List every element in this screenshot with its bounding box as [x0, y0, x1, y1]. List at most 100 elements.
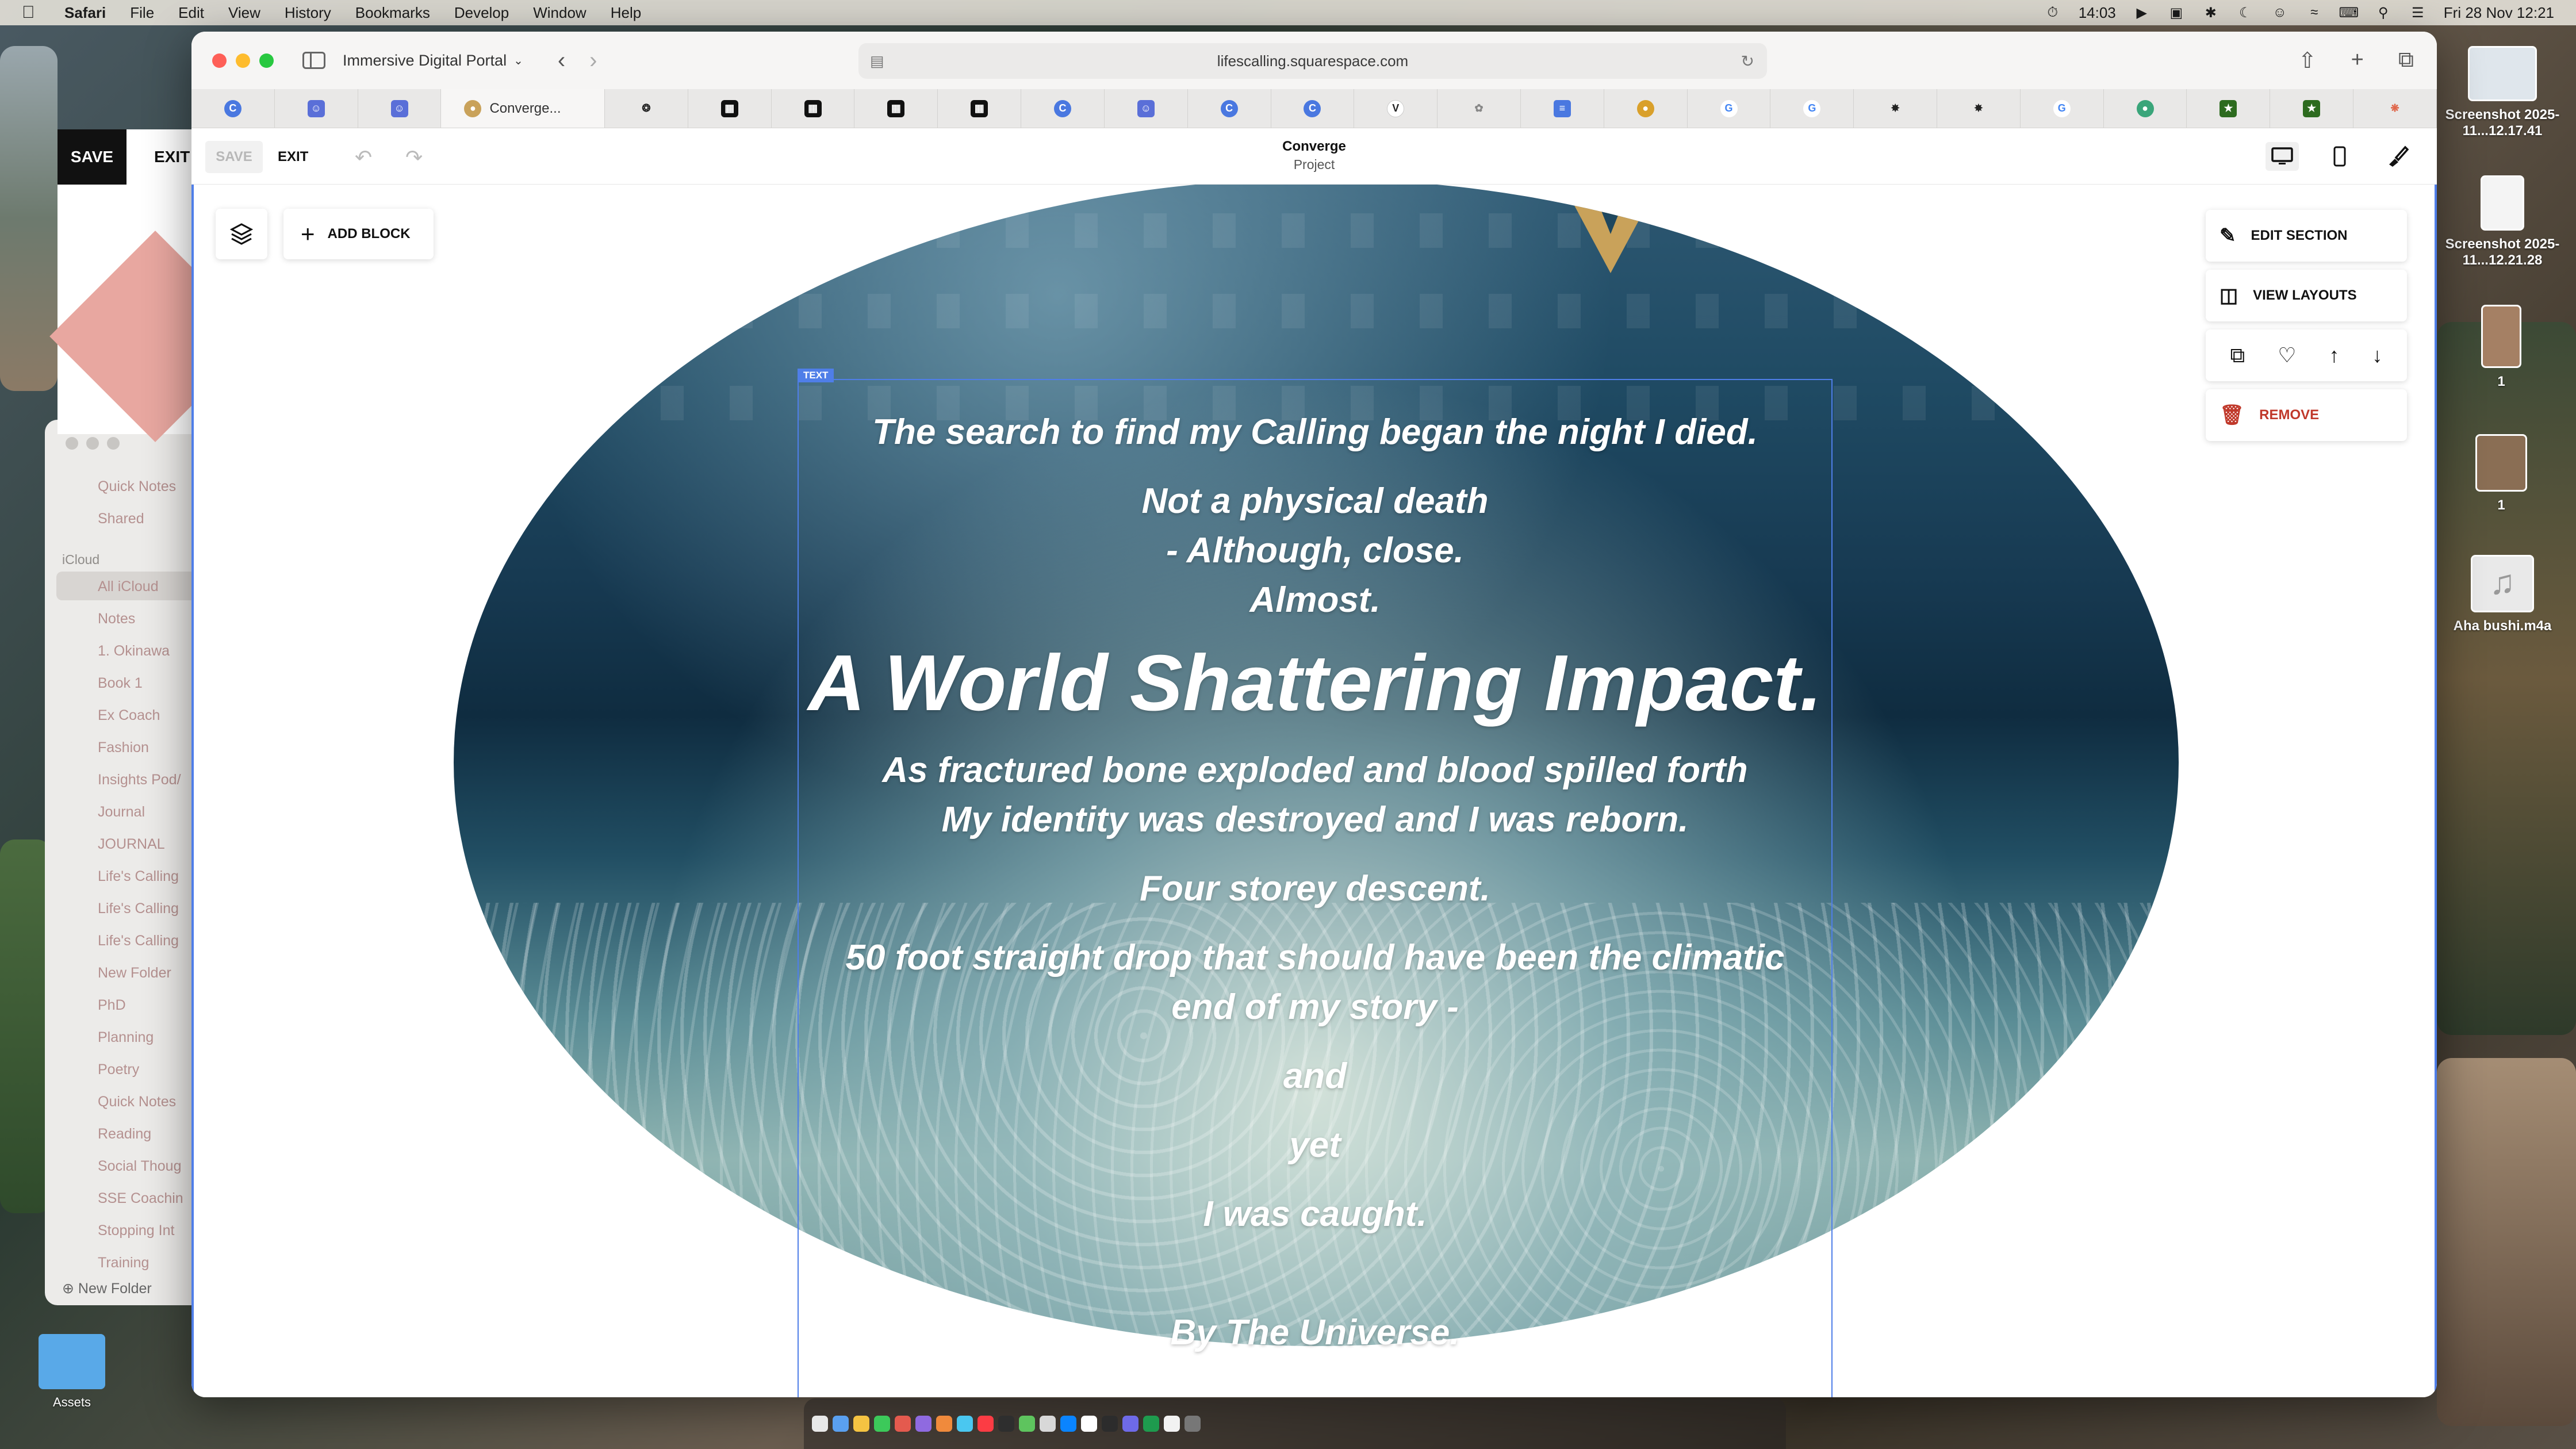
poem-line[interactable]: and — [798, 1052, 1833, 1101]
pinned-tab[interactable]: C — [1188, 89, 1271, 128]
user-icon[interactable]: ☺ — [2271, 5, 2288, 21]
pinned-tab[interactable]: C — [1021, 89, 1105, 128]
new-tab-icon[interactable]: + — [2351, 48, 2364, 74]
pinned-tab[interactable]: ❋ — [2353, 89, 2437, 128]
duplicate-icon[interactable]: ⧉ — [2230, 343, 2245, 368]
pinned-tab[interactable]: ★ — [2270, 89, 2354, 128]
background-exit-button[interactable]: EXIT — [154, 129, 190, 185]
pinned-tab[interactable]: G — [1688, 89, 1771, 128]
zoom-button[interactable] — [107, 437, 120, 450]
clock[interactable]: Fri 28 Nov 12:21 — [2444, 4, 2554, 22]
notes-folder[interactable]: New Folder — [98, 965, 171, 982]
new-folder-button[interactable]: ⊕ New Folder — [62, 1280, 152, 1297]
chrome-icon[interactable] — [1081, 1416, 1097, 1432]
menu-develop[interactable]: Develop — [454, 4, 509, 22]
close-button[interactable] — [66, 437, 78, 450]
poem-line[interactable]: I was caught. — [798, 1190, 1833, 1239]
sidebar-toggle-icon[interactable] — [302, 52, 325, 69]
reload-icon[interactable]: ↻ — [1741, 52, 1754, 71]
pinned-tab[interactable]: ✸ — [1937, 89, 2021, 128]
pinned-tab[interactable]: C — [191, 89, 275, 128]
menu-window[interactable]: Window — [533, 4, 586, 22]
menu-app-name[interactable]: Safari — [64, 4, 106, 22]
mobile-view-icon[interactable] — [2323, 142, 2356, 171]
background-save-button[interactable]: SAVE — [57, 129, 126, 185]
poem-line[interactable]: yet — [798, 1121, 1833, 1170]
desktop-file-screenshot-1[interactable]: Screenshot 2025-11...12.17.41 — [2439, 46, 2566, 139]
menu-bookmarks[interactable]: Bookmarks — [355, 4, 430, 22]
notes-item-quick-notes[interactable]: Quick Notes — [98, 478, 176, 495]
notes-folder[interactable]: Poetry — [98, 1061, 139, 1078]
mail-icon[interactable] — [957, 1416, 973, 1432]
notes-folder[interactable]: PhD — [98, 997, 126, 1014]
poem-line[interactable]: 50 foot straight drop that should have b… — [798, 933, 1833, 983]
pinned-tab[interactable]: ▦ — [772, 89, 855, 128]
poem-line[interactable]: The search to find my Calling began the … — [798, 408, 1833, 457]
remove-section-button[interactable]: 🗑 REMOVE — [2206, 389, 2407, 441]
pinned-tab[interactable]: ▦ — [938, 89, 1022, 128]
desktop-file-1a[interactable]: 1 — [2472, 305, 2530, 390]
notes-folder[interactable]: Insights Pod/ — [98, 772, 181, 788]
forward-arrow-icon[interactable]: › — [589, 48, 597, 74]
messages-icon[interactable] — [874, 1416, 890, 1432]
timer-icon[interactable]: ⏱ — [2044, 5, 2061, 21]
pinned-tab[interactable]: G — [2021, 89, 2104, 128]
desktop-file-1b[interactable]: 1 — [2472, 434, 2530, 513]
trash-bin-icon[interactable] — [1184, 1416, 1201, 1432]
notes-folder[interactable]: Life's Calling — [98, 900, 179, 917]
edit-section-button[interactable]: ✎ EDIT SECTION — [2206, 210, 2407, 262]
notes-folder[interactable]: Ex Coach — [98, 707, 160, 724]
tab-converge[interactable]: ● Converge... — [441, 89, 605, 128]
pinned-tab[interactable]: ✸ — [1854, 89, 1938, 128]
notes-folder[interactable]: Fashion — [98, 739, 149, 756]
music-icon[interactable] — [977, 1416, 994, 1432]
notes-folder[interactable]: Social Thoug — [98, 1158, 181, 1175]
pinned-tab[interactable]: ▦ — [854, 89, 938, 128]
page-settings-icon[interactable]: ▤ — [870, 52, 884, 70]
desktop-file-screenshot-2[interactable]: Screenshot 2025-11...12.21.28 — [2439, 175, 2566, 269]
finder-icon[interactable] — [812, 1416, 828, 1432]
notes-folder[interactable]: Quick Notes — [98, 1094, 176, 1110]
pages-icon[interactable] — [936, 1416, 952, 1432]
minimize-button[interactable] — [86, 437, 99, 450]
pinned-tab[interactable]: ● — [1604, 89, 1688, 128]
poem-signoff[interactable]: By The Universe. — [798, 1308, 1833, 1358]
desktop-folder-assets[interactable]: Assets — [34, 1334, 109, 1410]
bluetooth-icon[interactable]: ✱ — [2202, 5, 2220, 21]
layers-icon[interactable] — [216, 209, 267, 259]
keyboard-icon[interactable]: ⌨ — [2339, 5, 2359, 21]
minimize-button[interactable] — [236, 53, 250, 68]
notes-item-shared[interactable]: Shared — [98, 511, 144, 527]
notes-folder[interactable]: Life's Calling — [98, 868, 179, 885]
poem-line[interactable]: end of my story - — [798, 983, 1833, 1032]
poem-line[interactable]: Not a physical death — [798, 477, 1833, 526]
chatgpt-icon[interactable] — [1102, 1416, 1118, 1432]
poem-line[interactable]: Almost. — [798, 576, 1833, 625]
pinned-tab[interactable]: ☺ — [1105, 89, 1188, 128]
poem-line[interactable]: My identity was destroyed and I was rebo… — [798, 795, 1833, 845]
menu-file[interactable]: File — [130, 4, 154, 22]
pinned-tab[interactable]: G — [1770, 89, 1854, 128]
address-bar[interactable]: ▤ lifescalling.squarespace.com ↻ — [858, 43, 1767, 79]
poem-headline[interactable]: A World Shattering Impact. — [798, 640, 1833, 726]
pinned-tab[interactable]: V — [1354, 89, 1438, 128]
menu-history[interactable]: History — [285, 4, 331, 22]
calendar-icon[interactable] — [895, 1416, 911, 1432]
share-icon[interactable]: ⇧ — [2298, 48, 2317, 74]
notes-folder[interactable]: Training — [98, 1255, 149, 1271]
poem-line[interactable]: - Although, close. — [798, 526, 1833, 576]
teams-icon[interactable] — [1122, 1416, 1138, 1432]
notes-folder[interactable]: 1. Okinawa — [98, 643, 170, 660]
pinned-tab[interactable]: ● — [2104, 89, 2187, 128]
pinned-tab[interactable]: ❂ — [605, 89, 688, 128]
notes-folder[interactable]: Life's Calling — [98, 933, 179, 949]
pinned-tab[interactable]: ✿ — [1438, 89, 1521, 128]
pinned-tab[interactable]: ☺ — [275, 89, 358, 128]
add-block-button[interactable]: + ADD BLOCK — [283, 209, 434, 259]
pinned-tab[interactable]: ≡ — [1521, 89, 1604, 128]
notes-folder[interactable]: SSE Coachin — [98, 1190, 183, 1207]
safari-icon[interactable] — [833, 1416, 849, 1432]
notes-icon[interactable] — [853, 1416, 869, 1432]
terminal-icon[interactable] — [998, 1416, 1014, 1432]
page-canvas[interactable]: + ADD BLOCK ✎ EDIT SECTION ◫ VIEW LAYOUT… — [191, 185, 2437, 1397]
